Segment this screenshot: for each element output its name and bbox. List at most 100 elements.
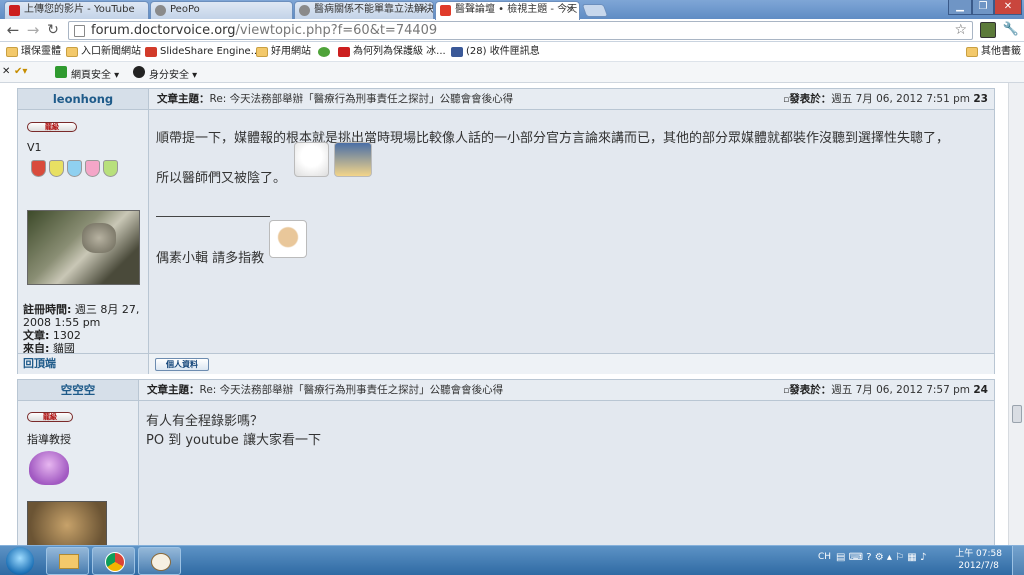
bookmark-folder[interactable]: 好用網站 (256, 45, 311, 59)
post-text-line: PO 到 youtube 讓大家看一下 (146, 433, 321, 448)
subject-label: 文章主題： (147, 384, 200, 396)
language-indicator[interactable]: CH (818, 552, 831, 562)
bookmark-link[interactable]: 為何列為保護級 冰... (338, 45, 446, 59)
url-path: /viewtopic.php?f=60&t=74409 (235, 23, 438, 38)
post-subject: Re: 今天法務部舉辦「醫療行為刑事責任之探討」公聽會會後心得 (209, 93, 514, 105)
green-leaf-icon (318, 47, 330, 57)
post-text-line: 順帶提一下，媒體報的根本就是挑出當時現場比較像人話的一小部分官方言論來講而已，其… (156, 131, 950, 146)
bookmark-folder[interactable]: 入口新聞網站 (66, 45, 141, 59)
forum-post: 空空空 文章主題：Re: 今天法務部舉辦「醫療行為刑事責任之探討」公聽會會後心得… (17, 379, 995, 545)
keyboard-icon[interactable]: ⌨ (849, 552, 863, 563)
bookmark-link[interactable]: SlideShare Engine... (145, 45, 260, 59)
forward-button[interactable]: → (24, 21, 42, 39)
post-body: 順帶提一下，媒體報的根本就是挑出當時現場比較像人話的一小部分官方言論來講而已，其… (156, 110, 994, 353)
ime-icon[interactable]: ▤ (836, 552, 845, 563)
close-window-button[interactable]: ✕ (994, 0, 1022, 15)
minimize-button[interactable]: ▁ (948, 0, 972, 15)
shield-icon (49, 160, 64, 177)
tab-article[interactable]: 醫病關係不能單靠立法解決 ✕ (294, 1, 434, 19)
profile-button[interactable]: 個人資料 (155, 358, 209, 371)
taskbar-explorer[interactable] (46, 547, 89, 575)
show-desktop-button[interactable] (1012, 546, 1024, 575)
help-icon[interactable]: ? (866, 552, 871, 563)
bookmark-link[interactable]: (28) 收件匣訊息 (451, 45, 540, 59)
clock-date: 2012/7/8 (958, 561, 999, 571)
rank-badge: 龍級 (27, 122, 77, 132)
folder-icon (6, 47, 18, 57)
close-tab-icon[interactable]: ✕ (420, 2, 428, 18)
joined-label: 註冊時間: (23, 303, 72, 316)
page-scrollbar[interactable] (1008, 83, 1024, 545)
system-clock[interactable]: 上午 07:58 2012/7/8 (955, 548, 1002, 572)
bookmark-folder[interactable]: 環保靈體 (6, 45, 61, 59)
network-icon[interactable]: ▦ (907, 552, 916, 563)
volume-icon[interactable]: ♪ (920, 552, 926, 563)
paint-icon (151, 553, 171, 571)
close-tab-icon[interactable]: ✕ (566, 2, 574, 18)
forum-favicon-icon (440, 5, 451, 16)
tab-youtube[interactable]: 上傳您的影片 - YouTube (4, 1, 149, 19)
post-subject: Re: 今天法務部舉辦「醫療行為刑事責任之探討」公聽會會後心得 (199, 384, 504, 396)
explorer-icon (59, 554, 79, 569)
globe-icon (299, 5, 310, 16)
extension-icon[interactable] (980, 22, 996, 38)
post-footer: 個人資料 (149, 353, 994, 374)
shield-icon (31, 160, 46, 177)
posted-label: 發表於： (789, 384, 832, 396)
back-to-top-link[interactable]: 回頂端 (18, 353, 149, 374)
url-host: forum.doctorvoice.org (91, 23, 236, 38)
bookmark-star-icon[interactable]: ☆ (954, 22, 967, 38)
globe-icon (155, 5, 166, 16)
bookmarks-bar: 環保靈體 入口新聞網站 SlideShare Engine... 好用網站 為何… (0, 42, 1024, 62)
web-security-button[interactable]: 網頁安全 ▾ (55, 66, 119, 81)
taskbar-chrome[interactable] (92, 547, 135, 575)
tab-forum[interactable]: 醫聲論壇 • 檢視主題 - 今天 ✕ (435, 1, 580, 20)
post-count: 1302 (52, 329, 81, 342)
avatar[interactable] (27, 501, 107, 545)
posted-time: 週五 7月 06, 2012 7:51 pm (831, 93, 971, 105)
tab-title: 醫病關係不能單靠立法解決 (314, 4, 434, 15)
action-center-icon[interactable]: ⚐ (895, 552, 904, 563)
tab-title: PeoPo (170, 4, 200, 15)
bookmark-label: 入口新聞網站 (81, 46, 141, 57)
check-dropdown-icon[interactable]: ✔▾ (14, 66, 27, 77)
scrollbar-thumb[interactable] (1012, 405, 1022, 423)
windows-taskbar: CH ▤ ⌨ ? ⚙ ▴ ⚐ ▦ ♪ 上午 07:58 2012/7/8 (0, 545, 1024, 575)
bookmark-label: 其他書籤 (981, 46, 1021, 57)
back-button[interactable]: ← (4, 21, 22, 39)
tab-peopo[interactable]: PeoPo (150, 1, 293, 19)
taskbar-paint[interactable] (138, 547, 181, 575)
purple-creature-icon (29, 451, 69, 485)
rank-badge: 龍級 (27, 412, 73, 422)
user-rank: V1 (27, 141, 42, 154)
show-hidden-icons[interactable]: ▴ (887, 552, 892, 563)
tray-icons: ▤ ⌨ ? ⚙ ▴ ⚐ ▦ ♪ (836, 552, 926, 563)
post-text-line: 有人有全程錄影嗎？ (146, 414, 264, 429)
wrench-menu-icon[interactable]: 🔧 (1002, 21, 1020, 39)
post-date: ▫發表於：週五 7月 06, 2012 7:57 pm 24 (783, 380, 988, 402)
post-number: 24 (973, 384, 988, 396)
egg-emoticon-icon (269, 220, 307, 258)
folder-icon (66, 47, 78, 57)
posted-label: 發表於： (789, 93, 832, 105)
avatar[interactable] (27, 210, 140, 285)
settings-icon[interactable]: ⚙ (875, 552, 884, 563)
post-author[interactable]: 空空空 (18, 380, 139, 401)
new-tab-button[interactable] (581, 4, 609, 17)
address-bar[interactable]: forum.doctorvoice.org/viewtopic.php?f=60… (68, 21, 973, 40)
author-sidebar: 龍級 V1 註冊時間: 週三 8月 27, 2008 1:55 pm 文章: 1… (18, 110, 149, 355)
start-button[interactable] (6, 547, 34, 575)
post-author[interactable]: leonhong (18, 89, 149, 110)
bookmark-link[interactable] (318, 45, 330, 59)
folder-icon (966, 47, 978, 57)
other-bookmarks[interactable]: 其他書籤 (966, 45, 1021, 59)
bookmark-label: 為何列為保護級 冰... (353, 46, 446, 57)
identity-security-button[interactable]: 身分安全 ▾ (133, 66, 197, 81)
restore-button[interactable]: ❐ (972, 0, 994, 15)
url-text: forum.doctorvoice.org/viewtopic.php?f=60… (91, 23, 437, 38)
author-sidebar: 龍級 指導教授 (18, 401, 139, 545)
reload-button[interactable]: ↻ (44, 21, 62, 39)
close-addon-icon[interactable]: ✕ (2, 66, 10, 77)
bookmark-label: 好用網站 (271, 46, 311, 57)
signature: 偶素小輯 請多指教 (156, 251, 265, 266)
